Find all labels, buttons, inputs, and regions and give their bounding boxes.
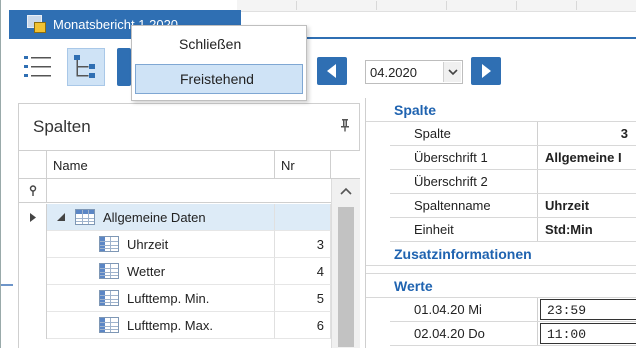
property-key: 02.04.20 Do xyxy=(390,322,538,345)
tab-context-menu: Schließen Freistehend xyxy=(131,25,307,101)
row-indicator xyxy=(19,258,47,285)
group-table-icon xyxy=(75,209,95,225)
name-cell[interactable]: Lufttemp. Max. xyxy=(47,312,275,339)
collapse-icon[interactable] xyxy=(57,213,65,221)
previous-month-button[interactable] xyxy=(317,57,347,85)
column-table-icon xyxy=(99,317,119,333)
nr-cell[interactable]: 4 xyxy=(275,258,331,285)
vertical-scrollbar[interactable] xyxy=(331,179,360,348)
month-select-value: 04.2020 xyxy=(370,64,417,80)
property-key: Spaltenname xyxy=(390,194,538,217)
nr-cell[interactable]: 3 xyxy=(275,231,331,258)
property-key: Spalte xyxy=(390,122,538,145)
column-label: Uhrzeit xyxy=(127,237,169,252)
column-table-icon xyxy=(99,290,119,306)
nr-cell[interactable] xyxy=(275,204,331,231)
time-value-editor[interactable]: 23:59 xyxy=(540,299,636,320)
property-row[interactable]: Überschrift 1 Allgemeine I xyxy=(390,146,636,170)
property-row[interactable]: Spalte 3 xyxy=(390,122,636,146)
name-cell[interactable]: Allgemeine Daten xyxy=(47,204,275,231)
arrow-left-icon xyxy=(327,64,336,78)
category-werte[interactable]: Werte xyxy=(366,274,636,298)
property-value[interactable]: Uhrzeit xyxy=(539,194,636,217)
row-indicator xyxy=(19,285,47,312)
column-header-nr[interactable]: Nr xyxy=(275,151,331,179)
table-row[interactable]: Lufttemp. Max. 6 xyxy=(19,312,331,339)
property-value[interactable]: 3 xyxy=(539,122,636,145)
filter-pin-icon xyxy=(29,184,36,196)
menu-item-close[interactable]: Schließen xyxy=(135,29,303,59)
report-document-icon xyxy=(27,14,47,34)
column-table-icon xyxy=(99,263,119,279)
partially-hidden-button[interactable] xyxy=(117,48,131,86)
property-key: Einheit xyxy=(390,218,538,241)
columns-panel: Spalten Name Nr Allgemeine Daten Uhrzeit… xyxy=(18,103,360,348)
name-cell[interactable]: Uhrzeit xyxy=(47,231,275,258)
columns-panel-title: Spalten xyxy=(33,117,91,136)
toolbar: 04.2020 xyxy=(9,40,636,100)
row-indicator xyxy=(19,204,47,231)
columns-grid: Name Nr Allgemeine Daten Uhrzeit 3 Wette… xyxy=(19,150,360,348)
filter-row-indicator xyxy=(19,179,47,203)
column-label: Lufttemp. Max. xyxy=(127,318,213,333)
tree-icon xyxy=(74,55,95,78)
property-value[interactable]: Allgemeine I xyxy=(539,146,636,169)
property-key: 01.04.20 Mi xyxy=(390,298,538,321)
list-icon xyxy=(24,56,51,77)
property-value[interactable]: Std:Min xyxy=(539,218,636,241)
nr-cell[interactable]: 5 xyxy=(275,285,331,312)
scroll-corner xyxy=(331,151,360,179)
category-zusatzinformationen[interactable]: Zusatzinformationen xyxy=(366,242,636,266)
time-value-editor[interactable]: 11:00 xyxy=(540,323,636,344)
name-cell[interactable]: Lufttemp. Min. xyxy=(47,285,275,312)
main-window: Monatsbericht 1 2020 04.2020 Schließen F… xyxy=(0,0,636,348)
tree-view-button[interactable] xyxy=(67,48,105,86)
tab-underline xyxy=(9,37,636,39)
properties-panel: Spalte Spalte 3 Überschrift 1 Allgemeine… xyxy=(365,98,636,348)
menu-item-float[interactable]: Freistehend xyxy=(135,64,303,94)
property-row[interactable]: Überschrift 2 xyxy=(390,170,636,194)
chevron-down-icon[interactable] xyxy=(443,62,461,82)
table-row[interactable]: Wetter 4 xyxy=(19,258,331,285)
column-label: Wetter xyxy=(127,264,166,279)
property-row[interactable]: Spaltenname Uhrzeit xyxy=(390,194,636,218)
column-header-name[interactable]: Name xyxy=(47,151,275,179)
property-value[interactable] xyxy=(539,170,636,193)
list-view-button[interactable] xyxy=(19,48,57,86)
category-gap xyxy=(366,266,636,274)
chevron-up-icon[interactable] xyxy=(332,179,360,203)
row-indicator xyxy=(19,231,47,258)
row-indicator-header xyxy=(19,151,47,179)
column-label: Lufttemp. Min. xyxy=(127,291,210,306)
table-row[interactable]: Uhrzeit 3 xyxy=(19,231,331,258)
column-table-icon xyxy=(99,236,119,252)
group-label: Allgemeine Daten xyxy=(103,210,206,225)
row-indicator xyxy=(19,312,47,339)
property-key: Überschrift 2 xyxy=(390,170,538,193)
edge-accent-line xyxy=(1,284,13,286)
arrow-right-icon xyxy=(482,64,491,78)
property-row[interactable]: 01.04.20 Mi 23:59 xyxy=(390,298,636,322)
property-row[interactable]: 02.04.20 Do 11:00 xyxy=(390,322,636,346)
background-window-strip xyxy=(237,0,636,12)
table-row[interactable]: Allgemeine Daten xyxy=(19,204,331,231)
nr-cell[interactable]: 6 xyxy=(275,312,331,339)
table-row[interactable]: Lufttemp. Min. 5 xyxy=(19,285,331,312)
category-spalte[interactable]: Spalte xyxy=(366,98,636,122)
property-row[interactable]: Einheit Std:Min xyxy=(390,218,636,242)
current-row-arrow-icon xyxy=(29,213,36,222)
pin-icon[interactable] xyxy=(339,118,351,132)
filter-row[interactable] xyxy=(47,179,331,203)
scrollbar-thumb[interactable] xyxy=(338,207,354,347)
name-cell[interactable]: Wetter xyxy=(47,258,275,285)
month-select[interactable]: 04.2020 xyxy=(365,60,463,84)
next-month-button[interactable] xyxy=(471,57,501,85)
property-key: Überschrift 1 xyxy=(390,146,538,169)
